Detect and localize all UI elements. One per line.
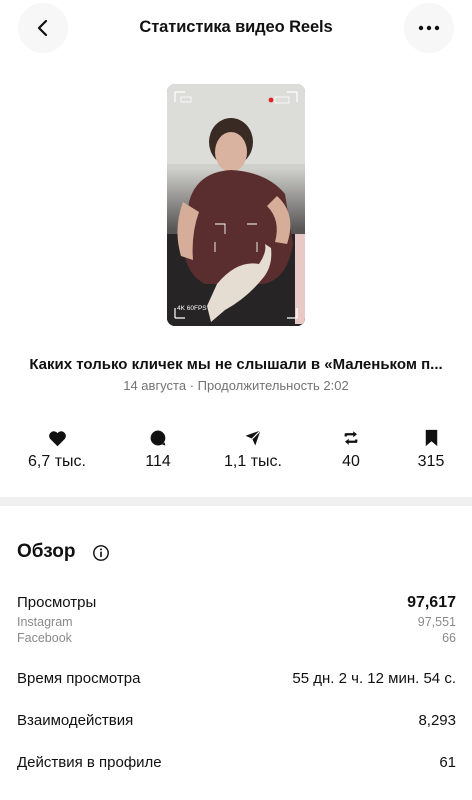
watch-time-row: Время просмотра 55 дн. 2 ч. 12 мин. 54 с… bbox=[17, 670, 456, 690]
interactions-value: 8,293 bbox=[418, 712, 456, 729]
comments-stat: 114 bbox=[118, 428, 198, 471]
views-facebook-row: Facebook 66 bbox=[17, 631, 456, 647]
engagement-stats: 6,7 тыс. 114 1,1 тыс. 40 315 bbox=[0, 428, 472, 476]
page-title: Статистика видео Reels bbox=[139, 18, 333, 36]
profile-actions-label: Действия в профиле bbox=[17, 754, 162, 771]
shares-count: 1,1 тыс. bbox=[224, 453, 282, 470]
profile-actions-row: Действия в профиле 61 bbox=[17, 754, 456, 774]
video-thumbnail[interactable]: 4K 60FPS bbox=[167, 84, 305, 326]
more-horizontal-icon bbox=[418, 25, 440, 31]
back-button[interactable] bbox=[18, 3, 68, 53]
saves-stat: 315 bbox=[391, 428, 471, 471]
profile-actions-value: 61 bbox=[439, 754, 456, 771]
reposts-stat: 40 bbox=[311, 428, 391, 471]
views-label: Просмотры bbox=[17, 594, 97, 611]
comments-count: 114 bbox=[145, 453, 171, 470]
top-bar: Статистика видео Reels bbox=[0, 0, 472, 58]
reposts-count: 40 bbox=[342, 453, 360, 470]
overview-heading: Обзор bbox=[17, 541, 76, 562]
saves-count: 315 bbox=[417, 453, 445, 470]
reel-meta: 14 августа · Продолжительность 2:02 bbox=[123, 378, 349, 393]
info-icon[interactable] bbox=[92, 544, 110, 562]
comment-icon bbox=[150, 430, 166, 446]
more-options-button[interactable] bbox=[404, 3, 454, 53]
instagram-value: 97,551 bbox=[417, 615, 456, 629]
instagram-label: Instagram bbox=[17, 615, 73, 629]
chevron-left-icon bbox=[37, 19, 48, 37]
likes-stat: 6,7 тыс. bbox=[17, 428, 97, 471]
reel-caption: Каких только кличек мы не слышали в «Мал… bbox=[29, 356, 443, 373]
heart-icon bbox=[48, 430, 66, 446]
bookmark-icon bbox=[425, 429, 437, 447]
interactions-label: Взаимодействия bbox=[17, 712, 134, 729]
watch-time-label: Время просмотра bbox=[17, 670, 141, 687]
views-row: Просмотры 97,617 bbox=[17, 594, 456, 614]
views-instagram-row: Instagram 97,551 bbox=[17, 615, 456, 631]
facebook-value: 66 bbox=[442, 631, 456, 645]
facebook-label: Facebook bbox=[17, 631, 72, 645]
likes-count: 6,7 тыс. bbox=[28, 453, 86, 470]
watch-time-value: 55 дн. 2 ч. 12 мин. 54 с. bbox=[292, 670, 456, 687]
interactions-row: Взаимодействия 8,293 bbox=[17, 712, 456, 732]
shares-stat: 1,1 тыс. bbox=[213, 428, 293, 471]
send-icon bbox=[245, 430, 261, 446]
video-preview-image: 4K 60FPS bbox=[167, 84, 305, 326]
video-overlay-text: 4K 60FPS bbox=[177, 305, 207, 312]
section-divider bbox=[0, 497, 472, 506]
repost-icon bbox=[344, 431, 358, 445]
views-value: 97,617 bbox=[407, 594, 456, 611]
